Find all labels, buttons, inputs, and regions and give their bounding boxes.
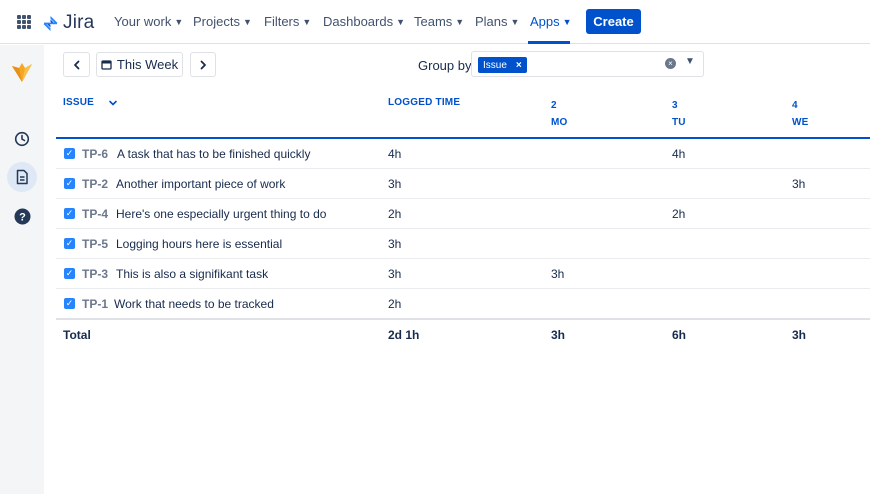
nav-plans-label: Plans [475, 14, 508, 29]
clear-selection-icon[interactable]: × [665, 58, 676, 69]
issue-type-task-icon: ✓ [64, 178, 75, 189]
issue-summary[interactable]: This is also a signifikant task [116, 267, 268, 281]
svg-text:?: ? [19, 211, 26, 223]
period-label: This Week [116, 57, 179, 72]
app-switcher-icon[interactable] [17, 15, 31, 29]
next-period-button[interactable] [190, 52, 216, 77]
issue-summary[interactable]: Another important piece of work [116, 177, 285, 191]
nav-apps[interactable]: Apps ▼ [530, 14, 572, 29]
issue-key-link[interactable]: TP-3 [82, 267, 108, 281]
period-selector-button[interactable]: This Week [96, 52, 183, 77]
issue-key-link[interactable]: TP-5 [82, 237, 108, 251]
group-by-select[interactable]: Issue × × ▼ [471, 51, 704, 77]
column-header-day-name: WE [792, 117, 809, 128]
issue-type-task-icon: ✓ [64, 208, 75, 219]
total-day-we: 3h [792, 328, 807, 342]
column-header-day-num: 3 [672, 100, 678, 111]
day-cell-we[interactable]: 3h [792, 177, 805, 191]
chevron-down-icon[interactable]: ▼ [685, 56, 695, 67]
clock-icon[interactable] [7, 124, 37, 154]
logged-time-cell: 2h [388, 207, 402, 221]
issue-summary[interactable]: Logging hours here is essential [116, 237, 282, 251]
nav-your-work-label: Your work [114, 14, 172, 29]
total-label: Total [63, 328, 91, 342]
issue-key-link[interactable]: TP-2 [82, 177, 108, 191]
chevron-down-icon: ▼ [562, 16, 572, 27]
chevron-down-icon: ▼ [510, 16, 520, 27]
jira-logo-icon [43, 15, 58, 31]
chevron-down-icon: ▼ [396, 16, 406, 27]
logged-time-cell: 3h [388, 267, 402, 281]
nav-teams[interactable]: Teams ▼ [414, 14, 464, 29]
jira-logo-text: Jira [63, 12, 95, 33]
issue-key-link[interactable]: TP-1 [82, 297, 108, 311]
column-header-issue[interactable]: ISSUE [63, 97, 118, 108]
chevron-down-icon: ▼ [174, 16, 184, 27]
previous-period-button[interactable] [63, 52, 90, 77]
table-row: ✓ TP-1 Work that needs to be tracked 2h [56, 289, 870, 319]
chevron-left-icon [73, 60, 79, 69]
logged-time-cell: 4h [388, 147, 402, 161]
total-divider [56, 318, 870, 320]
issue-summary[interactable]: Work that needs to be tracked [114, 297, 274, 311]
column-header-day-name: TU [672, 117, 686, 128]
column-header-day-num: 2 [551, 100, 557, 111]
issue-type-task-icon: ✓ [64, 298, 75, 309]
table-row: ✓ TP-2 Another important piece of work 3… [56, 169, 870, 199]
active-nav-indicator [528, 41, 570, 44]
app-logo-icon[interactable] [7, 57, 37, 87]
logged-time-cell: 3h [388, 177, 402, 191]
total-logged-time: 2d 1h [388, 328, 420, 342]
table-row: ✓ TP-6 A task that has to be finished qu… [56, 139, 870, 169]
chevron-down-icon: ▼ [242, 16, 252, 27]
issue-type-task-icon: ✓ [64, 238, 75, 249]
issue-summary[interactable]: A task that has to be finished quickly [117, 147, 310, 161]
nav-projects[interactable]: Projects ▼ [193, 14, 252, 29]
remove-tag-icon[interactable]: × [516, 60, 522, 71]
total-day-tu: 6h [672, 328, 687, 342]
nav-apps-label: Apps [530, 14, 560, 29]
column-header-issue-label: ISSUE [63, 97, 95, 108]
group-by-label: Group by: [418, 58, 476, 73]
table-row: ✓ TP-4 Here's one especially urgent thin… [56, 199, 870, 229]
chevron-down-icon: ▼ [455, 16, 465, 27]
issue-key-link[interactable]: TP-4 [82, 207, 108, 221]
chevron-down-icon: ▼ [302, 16, 312, 27]
sidebar: ? [0, 45, 44, 494]
nav-teams-label: Teams [414, 14, 453, 29]
day-cell-tu[interactable]: 4h [672, 147, 685, 161]
issue-type-task-icon: ✓ [64, 268, 75, 279]
create-button[interactable]: Create [586, 9, 641, 34]
calendar-icon [101, 60, 112, 70]
table-row: ✓ TP-5 Logging hours here is essential 3… [56, 229, 870, 259]
nav-plans[interactable]: Plans ▼ [475, 14, 519, 29]
group-by-tag-label: Issue [483, 59, 507, 71]
nav-projects-label: Projects [193, 14, 240, 29]
column-header-logged-time: LOGGED TIME [388, 97, 461, 108]
issue-summary[interactable]: Here's one especially urgent thing to do [116, 207, 326, 221]
total-day-mo: 3h [551, 328, 566, 342]
day-cell-mo[interactable]: 3h [551, 267, 564, 281]
logged-time-cell: 2h [388, 297, 402, 311]
logged-time-cell: 3h [388, 237, 402, 251]
nav-dashboards[interactable]: Dashboards ▼ [323, 14, 405, 29]
timesheet-icon[interactable] [7, 162, 37, 192]
nav-filters-label: Filters [264, 14, 300, 29]
top-navigation: Jira Your work ▼ Projects ▼ Filters ▼ Da… [0, 0, 870, 44]
help-icon[interactable]: ? [7, 201, 37, 231]
day-cell-tu[interactable]: 2h [672, 207, 685, 221]
issue-key-link[interactable]: TP-6 [82, 147, 108, 161]
nav-your-work[interactable]: Your work ▼ [114, 14, 183, 29]
nav-dashboards-label: Dashboards [323, 14, 394, 29]
group-by-tag: Issue × [478, 57, 527, 73]
nav-filters[interactable]: Filters ▼ [264, 14, 311, 29]
table-row: ✓ TP-3 This is also a signifikant task 3… [56, 259, 870, 289]
column-header-day-name: MO [551, 117, 568, 128]
issue-type-task-icon: ✓ [64, 148, 75, 159]
column-header-day-num: 4 [792, 100, 798, 111]
jira-logo[interactable]: Jira [42, 12, 94, 34]
chevron-right-icon [200, 60, 206, 69]
chevron-down-icon [109, 100, 117, 105]
